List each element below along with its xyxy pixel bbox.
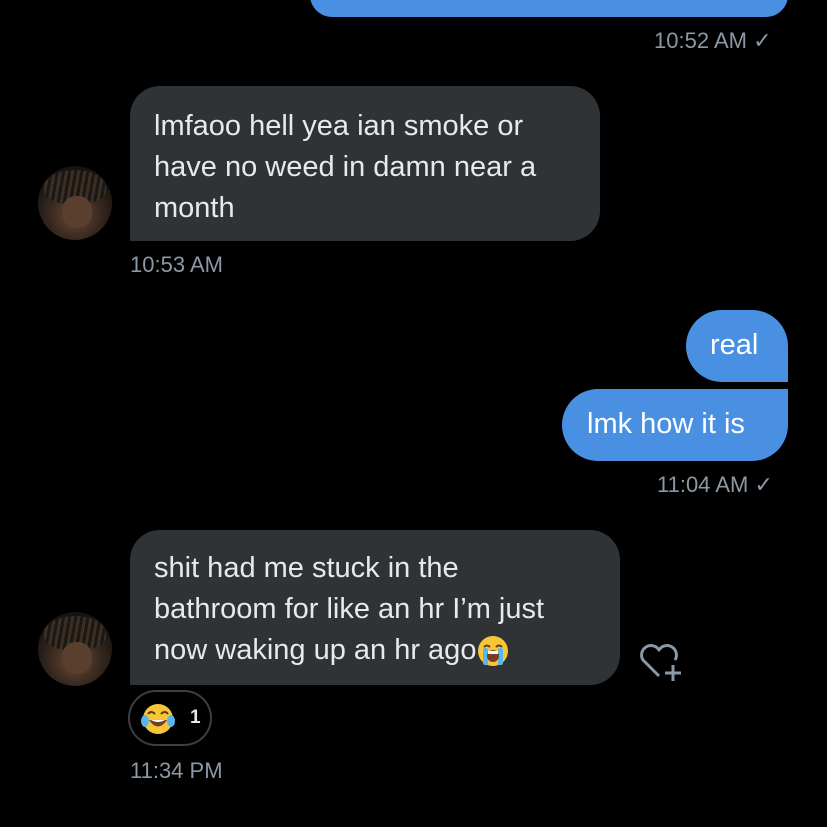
- heart-plus-icon: [640, 644, 681, 681]
- contact-avatar[interactable]: [38, 166, 112, 240]
- incoming-message-bubble[interactable]: shit had me stuck in the bathroom for li…: [130, 530, 620, 685]
- outgoing-message-bubble[interactable]: real: [686, 310, 788, 382]
- message-line: month: [154, 192, 235, 224]
- add-reaction-button[interactable]: [637, 640, 685, 684]
- timestamp-text: 10:52 AM: [654, 28, 747, 53]
- contact-avatar[interactable]: [38, 612, 112, 686]
- outgoing-message-bubble-partial[interactable]: [310, 0, 788, 17]
- avatar-face: [62, 196, 92, 228]
- sent-check-icon: ✓: [753, 28, 772, 53]
- incoming-message-bubble[interactable]: lmfaoo hell yea ian smoke or have no wee…: [130, 86, 600, 241]
- reaction-count: 1: [190, 707, 201, 728]
- reaction-pill[interactable]: 1: [128, 690, 212, 746]
- message-line: lmfaoo hell yea ian smoke or: [154, 110, 524, 142]
- message-timestamp: 10:52 AM ✓: [654, 28, 772, 54]
- message-line: have no weed in damn near a: [154, 151, 537, 183]
- message-timestamp: 10:53 AM: [130, 252, 223, 277]
- message-timestamp: 11:04 AM ✓: [657, 472, 773, 498]
- sent-check-icon: ✓: [754, 472, 773, 497]
- message-timestamp: 11:34 PM: [130, 758, 223, 783]
- face-with-tears-of-joy-icon: [141, 704, 175, 734]
- loudly-crying-face-icon: [478, 636, 509, 667]
- message-text: lmk how it is: [587, 408, 745, 440]
- timestamp-text: 11:04 AM: [657, 472, 749, 497]
- message-line: shit had me stuck in the: [154, 552, 459, 584]
- message-line-text: now waking up an hr ago: [154, 634, 477, 666]
- outgoing-message-bubble[interactable]: lmk how it is: [562, 389, 788, 461]
- message-line: now waking up an hr ago: [154, 630, 596, 671]
- message-text: real: [710, 329, 759, 361]
- avatar-face: [62, 642, 92, 674]
- message-line: bathroom for like an hr I’m just: [154, 593, 545, 625]
